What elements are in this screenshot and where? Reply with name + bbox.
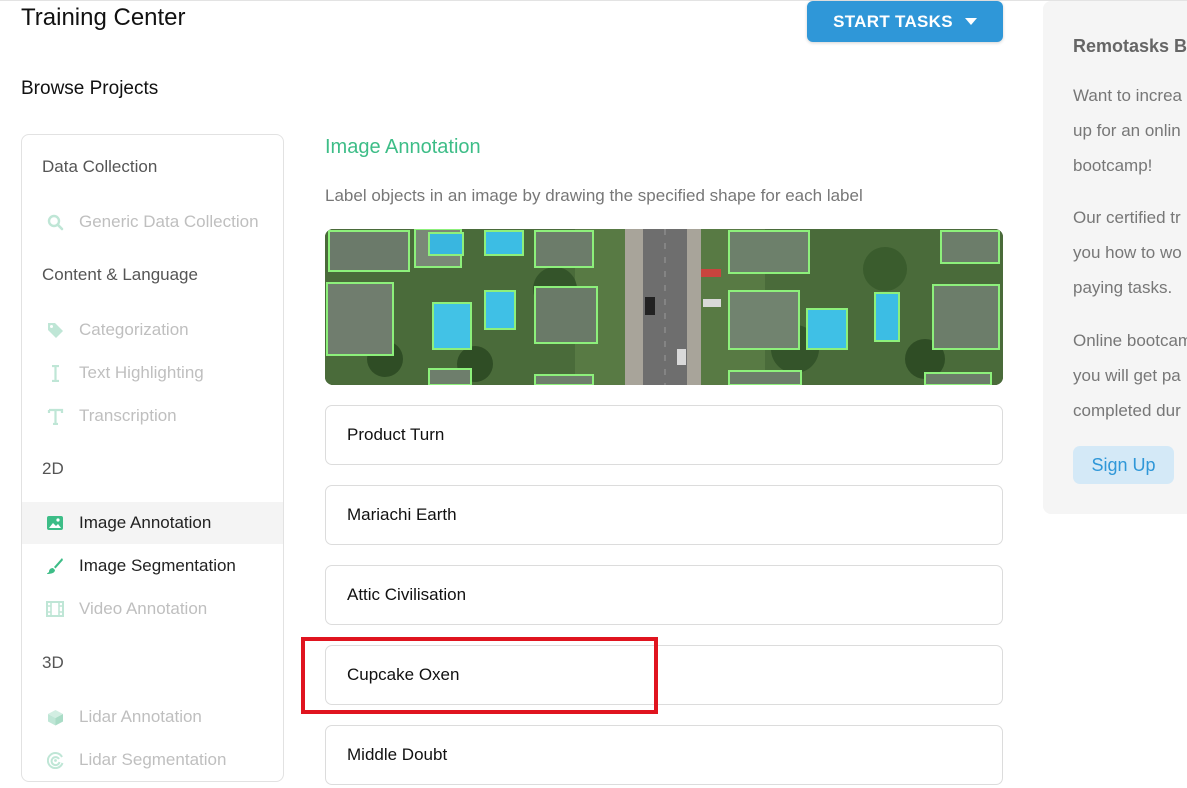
search-icon: [46, 213, 64, 231]
brush-icon: [46, 557, 64, 575]
section-title: Image Annotation: [325, 136, 481, 158]
cube-icon: [46, 708, 64, 726]
caret-down-icon: [964, 18, 977, 25]
group-3d: 3D: [42, 653, 64, 672]
sidebar-item-lidar-annotation[interactable]: Lidar Annotation: [22, 696, 283, 738]
promo-title: Remotasks B: [1073, 36, 1187, 56]
tag-icon: [46, 321, 64, 339]
project-category-sidebar: Data Collection Generic Data Collection …: [21, 134, 284, 782]
text-cursor-icon: [46, 364, 64, 382]
start-tasks-button[interactable]: START TASKS: [807, 1, 1003, 42]
group-content-language: Content & Language: [42, 265, 198, 284]
aerial-annotation-preview-image: [325, 229, 1003, 385]
promo-paragraph-3-line-2: you will get pa: [1073, 366, 1181, 385]
sidebar-item-label: Lidar Annotation: [79, 707, 202, 726]
top-divider: [0, 0, 1187, 1]
sidebar-item-label: Text Highlighting: [79, 363, 204, 382]
sidebar-item-image-segmentation[interactable]: Image Segmentation: [22, 545, 283, 587]
project-card-label: Middle Doubt: [347, 745, 448, 764]
film-icon: [46, 600, 64, 618]
section-description: Label objects in an image by drawing the…: [325, 186, 863, 205]
radar-icon: [46, 751, 64, 769]
sidebar-item-label: Video Annotation: [79, 599, 208, 618]
image-icon: [46, 514, 64, 532]
project-card-label: Attic Civilisation: [347, 585, 467, 604]
sidebar-item-label: Transcription: [79, 406, 177, 425]
sign-up-button[interactable]: Sign Up: [1073, 446, 1174, 484]
group-data-collection: Data Collection: [42, 157, 158, 176]
sidebar-item-label: Lidar Segmentation: [79, 750, 227, 769]
project-card-product-turn[interactable]: Product Turn: [325, 405, 1003, 465]
sidebar-item-generic-data-collection[interactable]: Generic Data Collection: [22, 201, 283, 243]
promo-paragraph-2-line-1: Our certified tr: [1073, 208, 1181, 227]
project-card-label: Product Turn: [347, 425, 445, 444]
promo-paragraph-2-line-2: you how to wo: [1073, 243, 1182, 262]
promo-paragraph-1-line-1: Want to increa: [1073, 86, 1182, 105]
sidebar-item-video-annotation[interactable]: Video Annotation: [22, 588, 283, 630]
sidebar-item-image-annotation[interactable]: Image Annotation: [22, 502, 283, 544]
text-icon: [46, 407, 64, 425]
group-2d: 2D: [42, 459, 64, 478]
project-card-mariachi-earth[interactable]: Mariachi Earth: [325, 485, 1003, 545]
project-card-label: Cupcake Oxen: [347, 665, 460, 684]
start-tasks-label: START TASKS: [833, 11, 953, 31]
sidebar-item-categorization[interactable]: Categorization: [22, 309, 283, 351]
sidebar-item-label: Generic Data Collection: [79, 212, 259, 231]
sidebar-item-text-highlighting[interactable]: Text Highlighting: [22, 352, 283, 394]
project-card-label: Mariachi Earth: [347, 505, 457, 524]
promo-paragraph-2-line-3: paying tasks.: [1073, 278, 1173, 297]
sidebar-item-label: Categorization: [79, 320, 189, 339]
sidebar-item-label: Image Segmentation: [79, 556, 236, 575]
browse-projects-heading: Browse Projects: [21, 78, 159, 99]
promo-paragraph-3-line-1: Online bootcam: [1073, 331, 1187, 350]
promo-paragraph-1-line-2: up for an onlin: [1073, 121, 1181, 140]
sidebar-item-transcription[interactable]: Transcription: [22, 395, 283, 437]
project-card-middle-doubt[interactable]: Middle Doubt: [325, 725, 1003, 785]
sidebar-item-label: Image Annotation: [79, 513, 212, 532]
project-card-attic-civilisation[interactable]: Attic Civilisation: [325, 565, 1003, 625]
bootcamp-promo-panel: Remotasks B Want to increa up for an onl…: [1043, 1, 1187, 514]
sidebar-item-lidar-segmentation[interactable]: Lidar Segmentation: [22, 739, 283, 781]
page-title: Training Center: [21, 4, 186, 31]
project-card-cupcake-oxen[interactable]: Cupcake Oxen: [325, 645, 1003, 705]
promo-paragraph-1-line-3: bootcamp!: [1073, 156, 1153, 175]
promo-paragraph-3-line-3: completed dur: [1073, 401, 1181, 420]
